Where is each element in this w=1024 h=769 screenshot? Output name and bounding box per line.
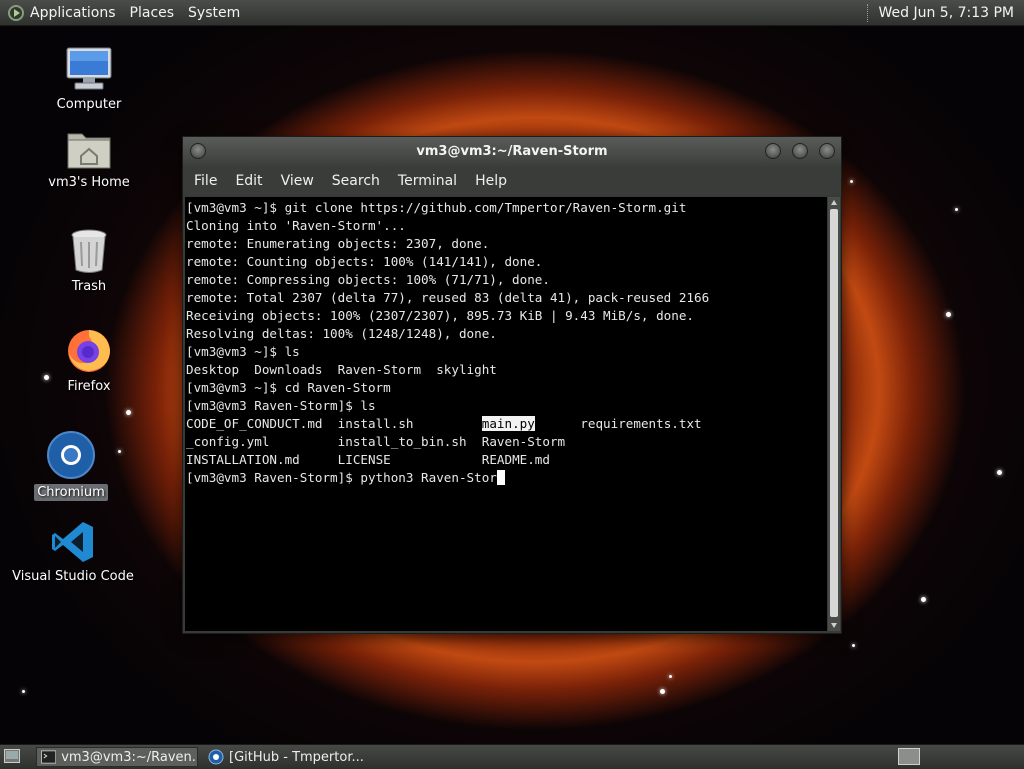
- close-button[interactable]: [819, 143, 835, 159]
- menu-file[interactable]: File: [194, 173, 217, 189]
- terminal-line: Cloning into 'Raven-Storm'...: [186, 218, 406, 233]
- menu-edit[interactable]: Edit: [235, 173, 262, 189]
- menu-terminal[interactable]: Terminal: [398, 173, 457, 189]
- distro-logo-icon[interactable]: [8, 4, 24, 21]
- ls-row: INSTALLATION.md LICENSE README.md: [186, 452, 580, 467]
- desktop-icon-home[interactable]: vm3's Home: [24, 128, 154, 191]
- terminal-text: [vm3@vm3 ~]$ git clone https://github.co…: [185, 197, 827, 487]
- maximize-button[interactable]: [792, 143, 808, 159]
- star: [946, 312, 951, 317]
- ls-entry: install_to_bin.sh: [337, 434, 467, 449]
- terminal-window[interactable]: vm3@vm3:~/Raven-Storm File Edit View Sea…: [182, 136, 842, 634]
- terminal-output[interactable]: [vm3@vm3 ~]$ git clone https://github.co…: [185, 197, 827, 631]
- star: [921, 597, 926, 602]
- ls-entry: CODE_OF_CONDUCT.md: [186, 416, 323, 431]
- panel-separator: [867, 3, 870, 22]
- scroll-up-arrow-icon[interactable]: [831, 200, 837, 205]
- ls-entry: requirements.txt: [580, 416, 702, 431]
- ls-row: _config.yml install_to_bin.sh Raven-Stor…: [186, 434, 580, 449]
- scroll-down-arrow-icon[interactable]: [831, 623, 837, 628]
- terminal-line: remote: Total 2307 (delta 77), reused 83…: [186, 290, 710, 305]
- terminal-line: remote: Counting objects: 100% (141/141)…: [186, 254, 543, 269]
- terminal-line: Desktop Downloads Raven-Storm skylight: [186, 362, 497, 377]
- menu-help[interactable]: Help: [475, 173, 507, 189]
- star: [126, 410, 131, 415]
- workspace-switcher[interactable]: [898, 748, 920, 765]
- top-panel: Applications Places System Wed Jun 5, 7:…: [0, 0, 1024, 26]
- places-menu[interactable]: Places: [130, 5, 175, 21]
- trash-icon: [69, 228, 109, 274]
- text-cursor: [496, 470, 505, 485]
- star: [850, 180, 853, 183]
- ls-entry: _config.yml: [186, 434, 270, 449]
- ls-entry: install.sh: [337, 416, 414, 431]
- terminal-line: [vm3@vm3 ~]$ ls: [186, 344, 300, 359]
- taskbar-item-browser[interactable]: [GitHub - Tmpertor...: [204, 747, 384, 767]
- scrollbar-thumb[interactable]: [830, 209, 838, 617]
- window-title: vm3@vm3:~/Raven-Storm: [416, 144, 608, 159]
- star: [669, 675, 672, 678]
- terminal-line: [vm3@vm3 Raven-Storm]$ ls: [186, 398, 376, 413]
- system-menu[interactable]: System: [188, 5, 240, 21]
- terminal-line: remote: Enumerating objects: 2307, done.: [186, 236, 490, 251]
- terminal-line: [vm3@vm3 ~]$ git clone https://github.co…: [186, 200, 687, 215]
- ls-entry: main.py: [481, 416, 535, 431]
- taskbar-item-label: vm3@vm3:~/Raven...: [61, 749, 197, 765]
- ls-row: CODE_OF_CONDUCT.md install.sh main.py re…: [186, 416, 702, 431]
- firefox-icon: [65, 326, 113, 374]
- chromium-icon: [208, 749, 224, 765]
- star: [660, 689, 665, 694]
- ls-entry: INSTALLATION.md: [186, 452, 300, 467]
- applications-menu[interactable]: Applications: [30, 5, 116, 21]
- terminal-line: remote: Compressing objects: 100% (71/71…: [186, 272, 550, 287]
- show-desktop-icon[interactable]: [4, 749, 20, 763]
- terminal-line: Resolving deltas: 100% (1248/1248), done…: [186, 326, 497, 341]
- terminal-line: [vm3@vm3 ~]$ cd Raven-Storm: [186, 380, 391, 395]
- minimize-button[interactable]: [765, 143, 781, 159]
- menu-search[interactable]: Search: [332, 173, 380, 189]
- taskbar-item-terminal[interactable]: vm3@vm3:~/Raven...: [36, 747, 198, 767]
- bottom-panel: vm3@vm3:~/Raven... [GitHub - Tmpertor...: [0, 744, 1024, 769]
- clock-area: Wed Jun 5, 7:13 PM: [867, 0, 1024, 25]
- computer-icon: [65, 46, 113, 92]
- taskbar-item-label: [GitHub - Tmpertor...: [229, 749, 364, 765]
- home-folder-icon: [66, 128, 112, 170]
- title-bar[interactable]: vm3@vm3:~/Raven-Storm: [183, 137, 841, 167]
- terminal-icon: [41, 750, 57, 764]
- star: [997, 470, 1002, 475]
- star: [955, 208, 958, 211]
- desktop-icon-firefox[interactable]: Firefox: [24, 326, 154, 395]
- desktop-icon-vscode[interactable]: Visual Studio Code: [8, 520, 138, 585]
- chromium-icon: [46, 430, 96, 480]
- star: [22, 690, 25, 693]
- star: [852, 644, 855, 647]
- desktop-icon-label: Chromium: [34, 484, 108, 501]
- desktop-icon-trash[interactable]: Trash: [24, 228, 154, 295]
- clock[interactable]: Wed Jun 5, 7:13 PM: [878, 5, 1014, 21]
- desktop-icon-label: Trash: [71, 279, 107, 294]
- desktop-icon-computer[interactable]: Computer: [24, 46, 154, 113]
- terminal-line: Receiving objects: 100% (2307/2307), 895…: [186, 308, 694, 323]
- ls-entry: Raven-Storm: [481, 434, 566, 449]
- desktop-icon-label: Firefox: [67, 379, 111, 394]
- vertical-scrollbar[interactable]: [828, 197, 840, 631]
- desktop-icon-label: Computer: [56, 97, 122, 112]
- vscode-icon: [51, 520, 95, 564]
- menu-view[interactable]: View: [281, 173, 314, 189]
- ls-entry: README.md: [481, 452, 550, 467]
- menu-bar: File Edit View Search Terminal Help: [183, 167, 841, 195]
- ls-entry: LICENSE: [337, 452, 391, 467]
- desktop-icon-label: Visual Studio Code: [12, 569, 134, 584]
- command-prompt: [vm3@vm3 Raven-Storm]$ python3 Raven-Sto…: [186, 470, 497, 485]
- desktop-icon-label: vm3's Home: [48, 175, 130, 190]
- desktop-icon-chromium[interactable]: Chromium: [6, 430, 136, 501]
